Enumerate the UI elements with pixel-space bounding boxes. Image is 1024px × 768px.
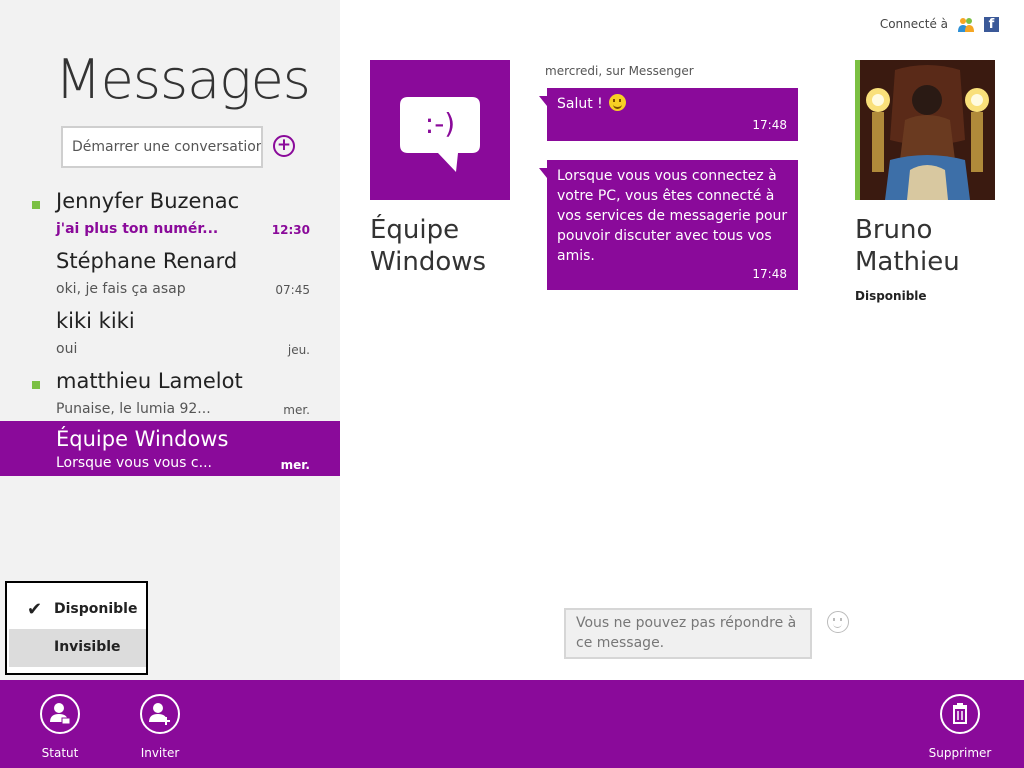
message-time: 07:45 [275,283,310,297]
emoticon-text: :-) [425,107,455,140]
message-time: mer. [280,458,310,472]
conversation-sidebar: Messages Démarrer une conversation + Jen… [0,0,340,680]
status-button-label: Statut [41,746,79,760]
message-preview: oui [56,341,78,357]
contact-name-left: Équipe Windows [370,214,486,278]
message-text: Salut ! [557,96,608,112]
status-menu: ✔ Disponible Invisible [5,581,148,675]
contact-name-line: Équipe [370,215,460,245]
status-option-label: Disponible [54,601,138,617]
message-time: 17:48 [752,267,787,281]
user-status-icon [40,694,80,734]
contact-name-line: Windows [370,247,487,277]
profile-photo [860,60,995,200]
connected-to-label: Connecté à [879,17,948,31]
contact-avatar: :-) [370,60,510,200]
delete-button[interactable]: Supprimer [920,694,1000,764]
conversation-item[interactable]: matthieu Lamelot Punaise, le lumia 92...… [0,365,340,420]
delete-button-label: Supprimer [928,746,992,760]
contact-photo [855,60,995,200]
contact-name: Équipe Windows [56,427,229,451]
facebook-icon[interactable]: f [984,17,999,32]
start-conversation-input[interactable]: Démarrer une conversation [61,126,263,168]
contact-name-line: Mathieu [855,247,960,277]
status-option-available[interactable]: ✔ Disponible [9,591,146,629]
message-preview: Punaise, le lumia 92... [56,401,211,417]
message-bubble: Salut ! 17:48 [539,88,798,141]
contact-name-right: Bruno Mathieu [855,214,960,278]
contact-name: matthieu Lamelot [56,369,243,393]
online-indicator [32,201,40,209]
message-text: Lorsque vous vous connectez à votre PC, … [557,168,788,264]
status-option-label: Invisible [54,639,121,655]
message-preview: j'ai plus ton numér... [56,221,219,237]
contact-name: Stéphane Renard [56,249,238,273]
message-bubble: Lorsque vous vous connectez à votre PC, … [539,160,798,290]
contact-name-line: Bruno [855,215,933,245]
status-option-invisible[interactable]: Invisible [9,629,146,667]
messenger-icon[interactable] [957,16,975,34]
chat-bubble-icon: :-) [400,97,480,172]
reply-input[interactable]: Vous ne pouvez pas répondre à ce message… [564,608,812,659]
new-conversation-button[interactable]: + [273,135,295,157]
contact-name: kiki kiki [56,309,135,333]
add-user-icon [140,694,180,734]
emoji-icon[interactable] [827,611,849,633]
conversation-item-selected[interactable]: Équipe Windows Lorsque vous vous c... me… [0,421,340,476]
conversation-item[interactable]: Stéphane Renard oki, je fais ça asap 07:… [0,245,340,300]
page-title: Messages [55,48,311,111]
online-indicator [32,381,40,389]
message-time: 12:30 [271,223,310,237]
smiley-icon [609,94,627,111]
conversation-item[interactable]: kiki kiki oui jeu. [0,305,340,360]
conversation-item[interactable]: Jennyfer Buzenac j'ai plus ton numér... … [0,185,340,240]
conversation-date: mercredi, sur Messenger [545,64,694,78]
checkmark-icon: ✔ [27,599,43,620]
contact-status: Disponible [855,289,927,303]
app-bar: Statut Inviter Supprimer [0,680,1024,768]
contact-name: Jennyfer Buzenac [56,189,240,213]
invite-button-label: Inviter [140,746,180,760]
message-time: 17:48 [752,118,787,132]
message-time: jeu. [287,343,310,357]
message-preview: Lorsque vous vous c... [56,455,212,471]
invite-button[interactable]: Inviter [120,694,200,764]
message-time: mer. [283,403,310,417]
status-button[interactable]: Statut [20,694,100,764]
trash-icon [940,694,980,734]
message-preview: oki, je fais ça asap [56,281,186,297]
